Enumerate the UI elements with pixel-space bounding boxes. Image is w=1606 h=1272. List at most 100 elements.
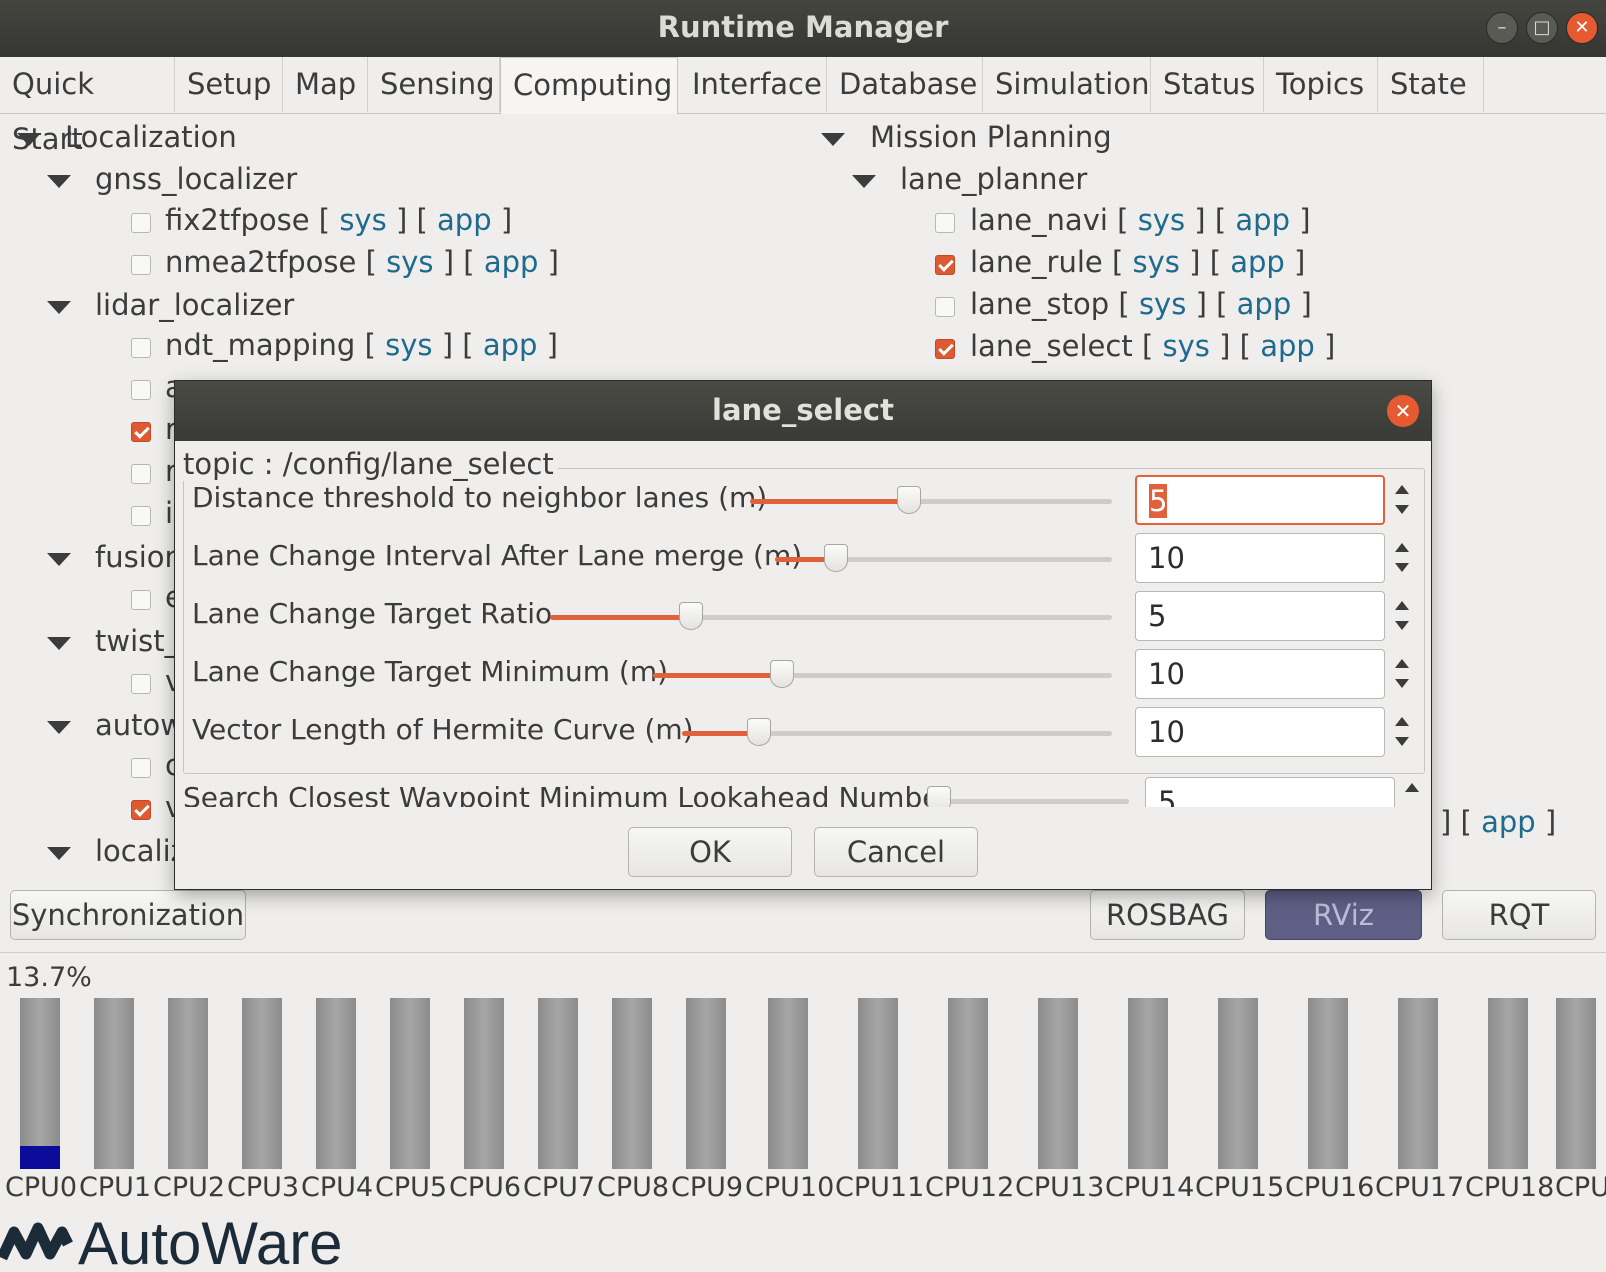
param-value-field[interactable]: 10	[1135, 707, 1385, 757]
tree-localiz[interactable]: localiz	[95, 834, 186, 868]
expand-arrow-icon[interactable]	[821, 133, 845, 146]
checkbox-lane-rule[interactable]	[935, 255, 955, 275]
param-label: Lane Change Target Ratio	[192, 597, 553, 630]
app-link[interactable]: app	[1235, 203, 1290, 237]
dialog-title: lane_select	[712, 393, 894, 427]
tab-state[interactable]: State	[1378, 57, 1484, 112]
maximize-icon[interactable]: □	[1526, 12, 1558, 44]
param-slider[interactable]	[750, 486, 1112, 514]
tree-lane-planner[interactable]: lane_planner	[900, 162, 1087, 196]
checkbox[interactable]	[131, 590, 151, 610]
sys-link[interactable]: sys	[1133, 245, 1180, 279]
slider-thumb[interactable]	[926, 786, 951, 807]
param-slider[interactable]	[550, 602, 1112, 630]
app-link[interactable]: app	[484, 245, 539, 279]
sys-link[interactable]: sys	[385, 328, 432, 362]
dialog-close-icon[interactable]: ✕	[1387, 395, 1419, 427]
rqt-button[interactable]: RQT	[1442, 890, 1596, 940]
tab-computing[interactable]: Computing	[500, 57, 678, 114]
param-value-field[interactable]: 10	[1135, 649, 1385, 699]
sys-link[interactable]: sys	[339, 203, 386, 237]
tree-lidar-localizer[interactable]: lidar_localizer	[95, 288, 294, 322]
checkbox-lane-stop[interactable]	[935, 297, 955, 317]
cpu-meter-bar	[538, 998, 578, 1169]
sys-link[interactable]: sys	[1162, 329, 1209, 363]
spin-arrows-icon[interactable]	[1392, 533, 1412, 583]
spin-arrows-icon[interactable]	[1392, 707, 1412, 757]
cpu-label: CPU14	[1105, 1172, 1195, 1203]
expand-arrow-icon[interactable]	[17, 133, 41, 146]
slider-thumb[interactable]	[747, 718, 772, 746]
tree-gnss-localizer[interactable]: gnss_localizer	[95, 162, 297, 196]
sys-link[interactable]: sys	[1139, 287, 1186, 321]
expand-arrow-icon[interactable]	[47, 553, 71, 566]
spin-arrows-icon[interactable]	[1392, 591, 1412, 641]
close-icon[interactable]: ✕	[1566, 12, 1598, 44]
checkbox-lane-navi[interactable]	[935, 213, 955, 233]
expand-arrow-icon[interactable]	[47, 721, 71, 734]
checkbox[interactable]	[131, 800, 151, 820]
slider-thumb[interactable]	[823, 544, 848, 572]
slider-thumb[interactable]	[897, 486, 922, 514]
minimize-icon[interactable]: –	[1486, 12, 1518, 44]
app-link[interactable]: app	[1481, 805, 1536, 839]
tab-quick-start[interactable]: Quick Start	[0, 57, 175, 156]
slider-thumb[interactable]	[678, 602, 703, 630]
sys-link[interactable]: sys	[1138, 203, 1185, 237]
checkbox[interactable]	[131, 674, 151, 694]
tree-twist[interactable]: twist_	[95, 624, 179, 658]
checkbox-ndt-mapping[interactable]	[131, 338, 151, 358]
tree-item[interactable]: i	[165, 496, 173, 530]
tree-localization[interactable]: Localization	[65, 120, 237, 154]
checkbox[interactable]	[131, 464, 151, 484]
checkbox[interactable]	[131, 506, 151, 526]
spin-arrows-icon[interactable]	[1392, 475, 1412, 525]
param-slider[interactable]	[926, 786, 1129, 807]
tree-autow[interactable]: autow	[95, 708, 184, 742]
app-link[interactable]: app	[437, 203, 492, 237]
spin-arrows-icon[interactable]	[1392, 649, 1412, 699]
app-link[interactable]: app	[1260, 329, 1315, 363]
lane-select-dialog: lane_select ✕ topic : /config/lane_selec…	[175, 381, 1431, 889]
checkbox[interactable]	[131, 422, 151, 442]
tab-topics[interactable]: Topics	[1264, 57, 1378, 112]
slider-thumb[interactable]	[769, 660, 794, 688]
app-link[interactable]: app	[1230, 245, 1285, 279]
expand-arrow-icon[interactable]	[47, 637, 71, 650]
spin-arrows-icon[interactable]	[1402, 773, 1422, 807]
rviz-button[interactable]: RViz	[1265, 890, 1422, 940]
param-slider[interactable]	[653, 660, 1112, 688]
app-link[interactable]: app	[483, 328, 538, 362]
rosbag-button[interactable]: ROSBAG	[1090, 890, 1245, 940]
checkbox-fix2tfpose[interactable]	[131, 213, 151, 233]
expand-arrow-icon[interactable]	[852, 175, 876, 188]
param-value-field[interactable]: 5	[1135, 591, 1385, 641]
checkbox[interactable]	[131, 758, 151, 778]
cpu-meter-bar	[1398, 998, 1438, 1169]
sys-link[interactable]: sys	[386, 245, 433, 279]
checkbox[interactable]	[131, 380, 151, 400]
checkbox-lane-select[interactable]	[935, 339, 955, 359]
checkbox-nmea2tfpose[interactable]	[131, 255, 151, 275]
app-link[interactable]: app	[1237, 287, 1292, 321]
tab-setup[interactable]: Setup	[175, 57, 283, 112]
tab-status[interactable]: Status	[1151, 57, 1264, 112]
param-slider[interactable]	[775, 544, 1112, 572]
synchronization-button[interactable]: Synchronization	[10, 890, 246, 940]
param-value-field[interactable]: 5	[1145, 777, 1395, 807]
param-value-field[interactable]: 5	[1135, 475, 1385, 525]
expand-arrow-icon[interactable]	[47, 175, 71, 188]
tab-database[interactable]: Database	[827, 57, 983, 112]
ok-button[interactable]: OK	[628, 827, 792, 877]
tab-map[interactable]: Map	[283, 57, 368, 112]
param-slider[interactable]	[682, 718, 1112, 746]
cancel-button[interactable]: Cancel	[814, 827, 978, 877]
expand-arrow-icon[interactable]	[47, 301, 71, 314]
expand-arrow-icon[interactable]	[47, 847, 71, 860]
param-value-field[interactable]: 10	[1135, 533, 1385, 583]
tree-fusion[interactable]: fusion	[95, 540, 183, 574]
tab-sensing[interactable]: Sensing	[368, 57, 500, 112]
tree-mission-planning[interactable]: Mission Planning	[870, 120, 1112, 154]
tab-simulation[interactable]: Simulation	[983, 57, 1151, 112]
tab-interface[interactable]: Interface	[680, 57, 827, 112]
